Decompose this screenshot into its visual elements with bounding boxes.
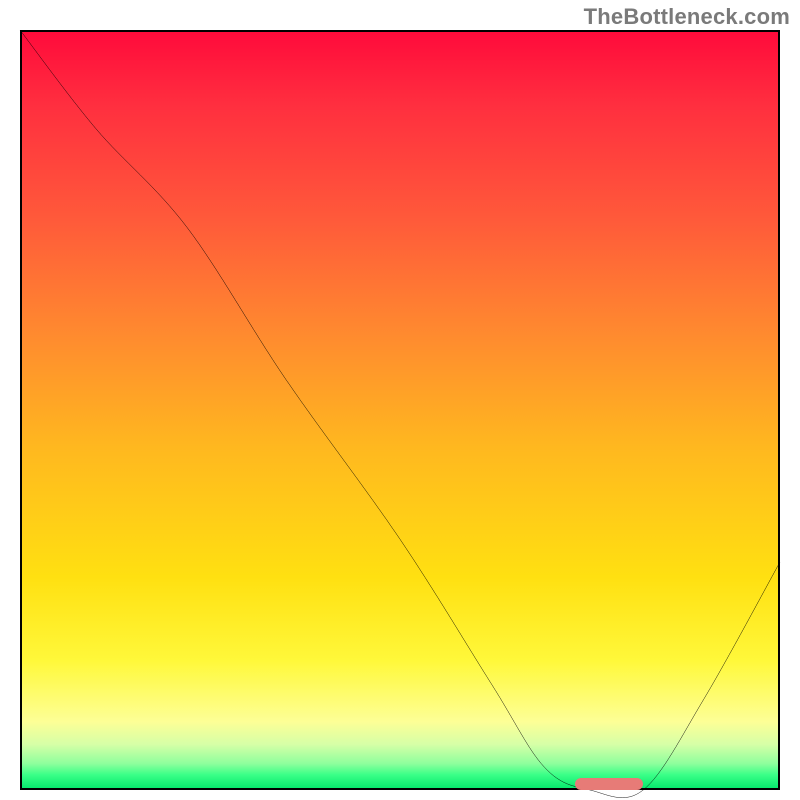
chart-container: TheBottleneck.com [0,0,800,800]
bottleneck-curve [20,30,780,790]
watermark-label: TheBottleneck.com [584,4,790,30]
optimal-range-marker [575,778,643,790]
plot-area [20,30,780,790]
